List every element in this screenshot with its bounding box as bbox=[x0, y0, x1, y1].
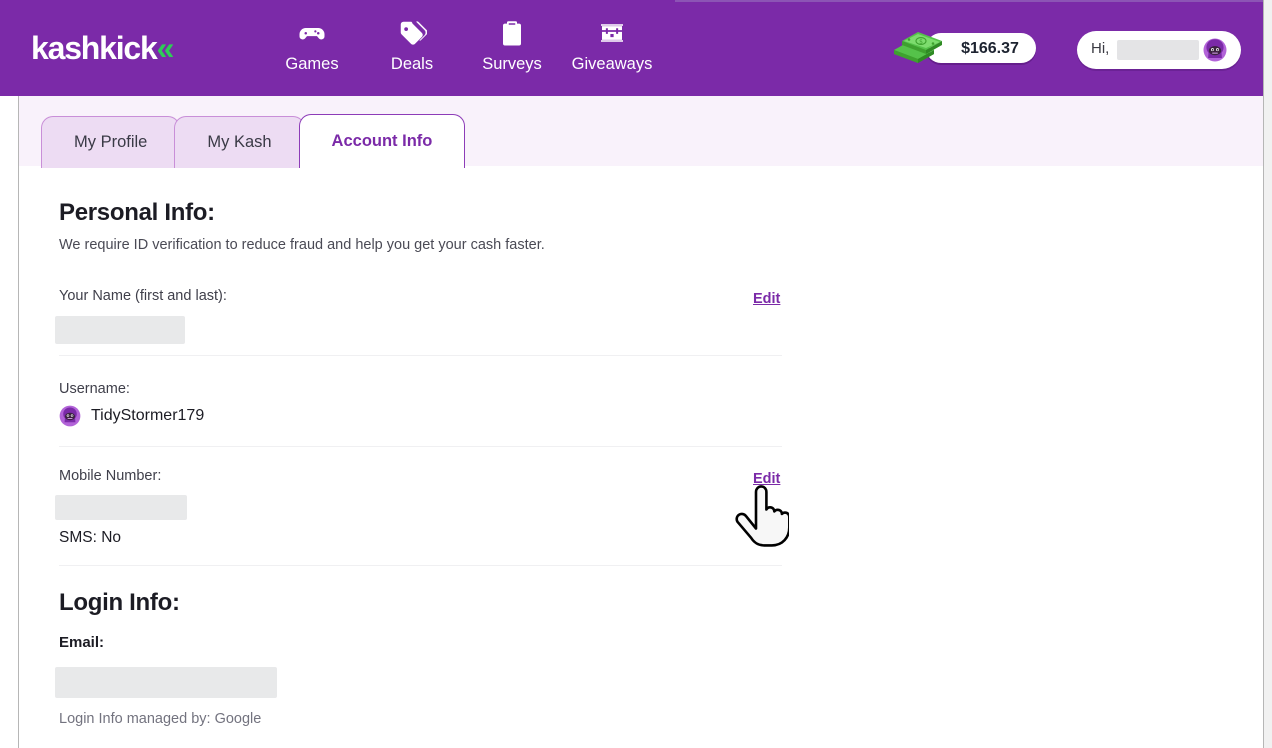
tab-account-info[interactable]: Account Info bbox=[298, 114, 466, 168]
tab-list: My Profile My Kash Account Info bbox=[41, 114, 466, 168]
mobile-field-label: Mobile Number: bbox=[59, 468, 162, 484]
user-avatar-icon bbox=[59, 405, 81, 427]
nav-label-giveaways: Giveaways bbox=[571, 55, 653, 73]
kashkick-logo[interactable]: kashkick« bbox=[31, 30, 175, 66]
tag-icon bbox=[362, 18, 462, 48]
username-value-row: TidyStormer179 bbox=[59, 405, 204, 427]
account-info-panel: Personal Info: We require ID verificatio… bbox=[19, 166, 1263, 748]
balance-chip[interactable]: $166.37 $ bbox=[890, 32, 1036, 64]
gamepad-icon bbox=[262, 18, 362, 48]
clipboard-icon bbox=[462, 18, 562, 48]
user-avatar-icon bbox=[1201, 36, 1229, 64]
account-greeting-pill[interactable]: Hi, bbox=[1077, 31, 1241, 69]
sms-status: SMS: No bbox=[59, 529, 122, 546]
nav-item-deals[interactable]: Deals bbox=[362, 18, 462, 74]
personal-info-note: We require ID verification to reduce fra… bbox=[59, 237, 545, 253]
edit-mobile-link[interactable]: Edit bbox=[753, 471, 780, 487]
tab-my-kash[interactable]: My Kash bbox=[174, 116, 305, 168]
tab-my-profile[interactable]: My Profile bbox=[41, 116, 181, 168]
divider-after-name bbox=[59, 355, 782, 356]
email-field-label: Email: bbox=[59, 634, 105, 651]
divider-after-username bbox=[59, 446, 782, 447]
login-info-heading: Login Info: bbox=[59, 589, 180, 616]
greeting-name-redacted bbox=[1117, 40, 1199, 60]
header-top-hairline bbox=[675, 0, 1263, 2]
tab-label-my-kash: My Kash bbox=[207, 133, 272, 151]
main-nav: Games Deals Surveys Giveaways bbox=[262, 18, 662, 74]
nav-item-games[interactable]: Games bbox=[262, 18, 362, 74]
mobile-value-redacted bbox=[55, 495, 187, 520]
greeting-label: Hi, bbox=[1091, 40, 1110, 57]
nav-item-surveys[interactable]: Surveys bbox=[462, 18, 562, 74]
logo-wordmark: kashkick bbox=[31, 30, 158, 66]
personal-info-heading: Personal Info: bbox=[59, 199, 215, 226]
browser-viewport: kashkick« Games Deals Surveys Giveaways … bbox=[0, 0, 1272, 748]
logo-chevron-icon: « bbox=[156, 30, 175, 66]
nav-label-deals: Deals bbox=[390, 55, 434, 73]
name-field-label: Your Name (first and last): bbox=[59, 288, 227, 304]
tab-label-account-info: Account Info bbox=[331, 132, 433, 150]
divider-after-mobile bbox=[59, 565, 782, 566]
tab-strip: My Profile My Kash Account Info bbox=[19, 96, 1263, 168]
edit-name-link[interactable]: Edit bbox=[753, 291, 780, 307]
site-header: kashkick« Games Deals Surveys Giveaways … bbox=[0, 0, 1263, 96]
svg-text:$: $ bbox=[919, 39, 923, 46]
username-field-label: Username: bbox=[59, 381, 130, 397]
cash-stack-icon: $ bbox=[890, 28, 952, 72]
scrollbar-track[interactable] bbox=[1264, 0, 1272, 748]
tab-label-my-profile: My Profile bbox=[74, 133, 148, 151]
nav-label-games: Games bbox=[285, 55, 339, 73]
username-value: TidyStormer179 bbox=[91, 407, 205, 424]
email-value-redacted bbox=[55, 667, 277, 698]
nav-item-giveaways[interactable]: Giveaways bbox=[562, 18, 662, 74]
name-value-redacted bbox=[55, 316, 185, 344]
treasure-chest-icon bbox=[562, 18, 662, 48]
login-managed-by: Login Info managed by: Google bbox=[59, 711, 262, 727]
nav-label-surveys: Surveys bbox=[482, 55, 542, 73]
